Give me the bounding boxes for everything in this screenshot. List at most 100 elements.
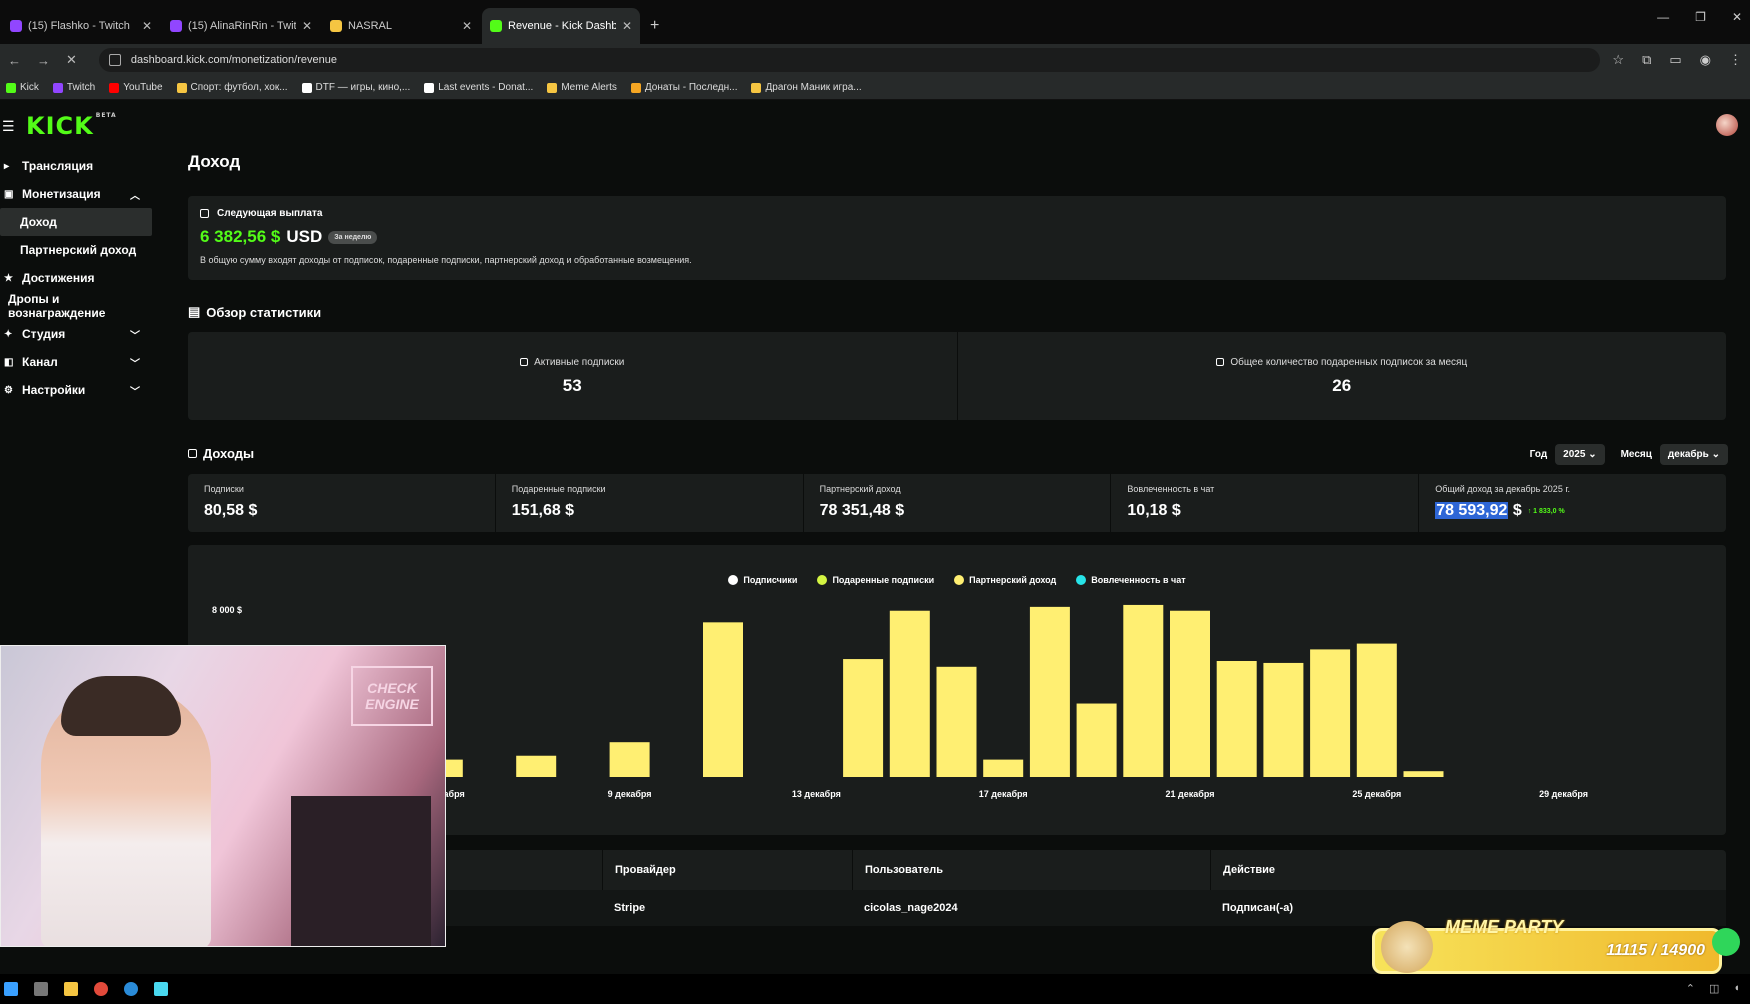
tab-favicon-icon xyxy=(490,20,502,32)
revenue-section-title: Доходы xyxy=(188,446,254,461)
bookmark-label: Донаты - Последн... xyxy=(644,82,738,93)
bookmark-item[interactable]: Meme Alerts xyxy=(547,82,617,93)
tab-close-icon[interactable]: ✕ xyxy=(462,19,472,33)
browser-tab[interactable]: NASRAL ✕ xyxy=(322,8,480,44)
bookmark-item[interactable]: Twitch xyxy=(52,82,95,93)
stop-icon[interactable]: ✕ xyxy=(66,52,77,68)
bar-day-17[interactable] xyxy=(983,759,1024,777)
minimize-icon[interactable]: — xyxy=(1657,10,1669,24)
browser-tab[interactable]: Revenue - Kick Dashboard ✕ xyxy=(482,8,640,44)
x-tick-label: 29 декабря xyxy=(1539,789,1588,799)
bar-day-19[interactable] xyxy=(1076,703,1117,777)
bar-day-18[interactable] xyxy=(1029,606,1070,777)
bar-day-21[interactable] xyxy=(1170,610,1210,777)
hamburger-icon[interactable]: ☰ xyxy=(2,118,15,135)
month-select[interactable]: декабрь ⌄ xyxy=(1659,444,1728,465)
windows-start-icon[interactable] xyxy=(4,982,18,996)
sidepanel-icon[interactable]: ▭ xyxy=(1669,52,1681,68)
sidebar-item[interactable]: Дропы и вознаграждение xyxy=(0,292,160,320)
chrome-icon[interactable] xyxy=(94,982,108,996)
new-tab-button[interactable]: + xyxy=(642,8,667,44)
bookmark-label: Kick xyxy=(20,82,39,93)
bar-day-7[interactable] xyxy=(516,755,557,777)
tab-close-icon[interactable]: ✕ xyxy=(142,19,152,33)
bar-day-25[interactable] xyxy=(1356,643,1397,777)
restore-icon[interactable]: ❐ xyxy=(1695,10,1706,24)
sidebar-item[interactable]: ▣ Монетизация ︿ xyxy=(0,180,160,208)
bar-day-11[interactable] xyxy=(703,622,743,777)
site-info-icon[interactable] xyxy=(108,54,121,66)
bar-day-14[interactable] xyxy=(843,659,884,777)
bookmark-favicon-icon xyxy=(547,82,558,93)
bar-day-23[interactable] xyxy=(1263,662,1304,777)
table-header-cell[interactable]: Провайдер xyxy=(602,850,852,890)
table-header-cell[interactable]: Пользователь xyxy=(852,850,1210,890)
sidebar-item[interactable]: Доход xyxy=(0,208,152,236)
bar-day-26[interactable] xyxy=(1403,771,1444,777)
close-window-icon[interactable]: ✕ xyxy=(1732,10,1742,24)
total-value-selected[interactable]: 78 593,92 xyxy=(1435,502,1509,519)
green-circle-icon[interactable] xyxy=(1712,928,1740,956)
tab-close-icon[interactable]: ✕ xyxy=(302,19,312,33)
cam-shelf xyxy=(291,796,431,946)
kick-logo[interactable]: KICK BETA xyxy=(26,112,117,140)
cam-neon-sign: CHECK ENGINE xyxy=(351,666,433,726)
year-select[interactable]: 2025 ⌄ xyxy=(1555,444,1605,465)
bookmark-item[interactable]: Спорт: футбол, хок... xyxy=(176,82,288,93)
bookmark-item[interactable]: Донаты - Последн... xyxy=(630,82,738,93)
tray-chevron-icon[interactable]: ⌃ xyxy=(1686,982,1695,995)
back-icon[interactable]: ← xyxy=(8,53,21,68)
steam-icon[interactable] xyxy=(124,982,138,996)
volume-icon[interactable]: ◖ xyxy=(1733,982,1740,995)
x-tick-label: 21 декабря xyxy=(1166,789,1215,799)
sidebar-item[interactable]: ▸ Трансляция xyxy=(0,152,160,180)
bar-day-24[interactable] xyxy=(1310,649,1351,777)
table-header-cell[interactable]: Действие xyxy=(1210,850,1726,890)
main-content: Доход Следующая выплата 6 382,56 $ USD З… xyxy=(188,152,1728,926)
search-icon[interactable] xyxy=(34,982,48,996)
bar-day-20[interactable] xyxy=(1123,604,1164,777)
stat-active-subs: Активные подписки 53 xyxy=(188,332,957,420)
revenue-icon xyxy=(188,449,197,458)
star-icon[interactable]: ☆ xyxy=(1612,52,1624,68)
sidebar-item[interactable]: ★ Достижения xyxy=(0,264,160,292)
chevron-down-icon[interactable]: ﹀ xyxy=(130,383,140,398)
chevron-up-icon[interactable]: ︿ xyxy=(130,187,140,202)
bookmark-item[interactable]: DTF — игры, кино,... xyxy=(301,82,410,93)
browser-tab[interactable]: (15) AlinaRinRin - Twitch ✕ xyxy=(162,8,320,44)
bookmark-item[interactable]: Last events - Donat... xyxy=(424,82,533,93)
bar-day-9[interactable] xyxy=(609,742,650,777)
bar-day-16[interactable] xyxy=(936,666,977,777)
chevron-down-icon[interactable]: ﹀ xyxy=(130,355,140,370)
x-tick-label: 25 декабря xyxy=(1352,789,1401,799)
stat-gifted-subs: Общее количество подаренных подписок за … xyxy=(956,332,1727,420)
chevron-down-icon[interactable]: ﹀ xyxy=(130,327,140,342)
stat-value: 53 xyxy=(562,375,582,395)
sidebar-item-label: Партнерский доход xyxy=(20,243,137,257)
sidebar-item[interactable]: Партнерский доход xyxy=(0,236,160,264)
forward-icon[interactable]: → xyxy=(37,53,50,68)
bar-day-15[interactable] xyxy=(889,610,930,777)
payout-label: Следующая выплата xyxy=(217,208,323,219)
avatar[interactable] xyxy=(1716,114,1738,136)
bookmark-item[interactable]: YouTube xyxy=(109,82,163,93)
bookmark-favicon-icon xyxy=(109,82,120,93)
tab-close-icon[interactable]: ✕ xyxy=(622,19,632,33)
profile-icon[interactable]: ◉ xyxy=(1700,52,1711,68)
bookmark-item[interactable]: Драгон Маник игра... xyxy=(751,82,862,93)
browser-tab-strip: (15) Flashko - Twitch ✕ (15) AlinaRinRin -… xyxy=(0,0,1750,44)
sidebar-item[interactable]: ◧ Канал ﹀ xyxy=(0,348,160,376)
bookmark-item[interactable]: Kick xyxy=(6,82,39,93)
url-field[interactable]: dashboard.kick.com/monetization/revenue xyxy=(98,48,1601,72)
browser-tab[interactable]: (15) Flashko - Twitch ✕ xyxy=(2,8,160,44)
file-explorer-icon[interactable] xyxy=(64,982,78,996)
extensions-icon[interactable]: ⧉ xyxy=(1642,52,1651,68)
bar-day-22[interactable] xyxy=(1216,661,1257,777)
network-icon[interactable]: ◫ xyxy=(1709,982,1719,995)
sidebar-item[interactable]: ⚙ Настройки ﹀ xyxy=(0,376,160,404)
sidebar-item[interactable]: ✦ Студия ﹀ xyxy=(0,320,160,348)
chevron-down-icon: ⌄ xyxy=(1588,449,1597,460)
app-header: ☰ KICK BETA xyxy=(0,100,1750,152)
menu-icon[interactable]: ⋮ xyxy=(1729,52,1742,68)
app-icon[interactable] xyxy=(154,982,168,996)
